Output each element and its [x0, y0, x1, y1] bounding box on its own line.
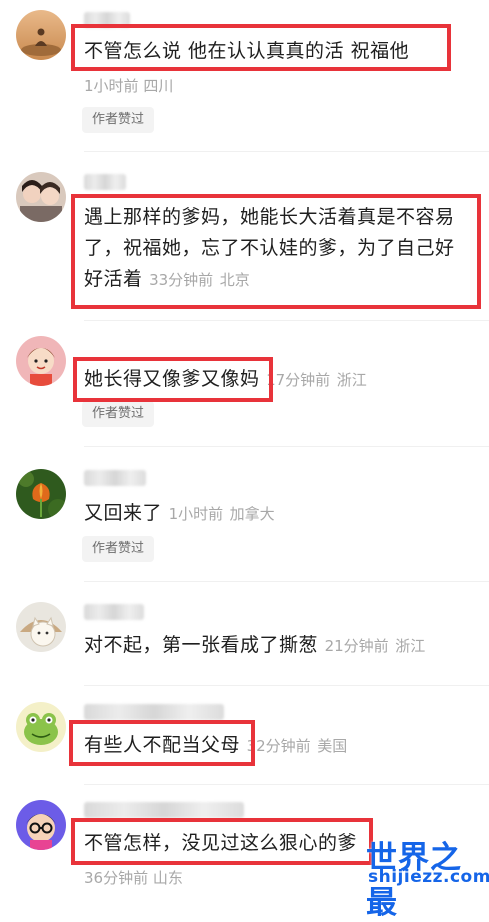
comment-location: 美国 — [317, 737, 348, 755]
comment-text-row: 又回来了 1小时前 加拿大 — [84, 498, 484, 530]
divider — [84, 320, 489, 321]
username-blurred[interactable] — [84, 802, 244, 818]
meditating-person-avatar-icon[interactable] — [16, 10, 66, 60]
tulip-flower-avatar-icon[interactable] — [16, 469, 66, 519]
username-blurred[interactable] — [84, 470, 146, 486]
comment-time: 36分钟前 — [84, 869, 149, 887]
comment-text-line-3: 好活着 33分钟前 北京 — [84, 264, 484, 296]
comment-text-line-1: 遇上那样的爹妈，她能长大活着真是不容易 — [84, 206, 455, 228]
comment-location: 加拿大 — [229, 505, 275, 523]
comment-meta: 36分钟前 山东 — [84, 867, 183, 888]
green-frog-avatar-icon[interactable] — [16, 702, 66, 752]
comment-text-line-2: 了，祝福她，忘了不认娃的爹，为了自己好 — [84, 237, 455, 259]
author-liked-badge: 作者赞过 — [82, 107, 155, 133]
divider — [84, 151, 489, 152]
comment-text: 对不起，第一张看成了撕葱 — [84, 634, 319, 656]
username-blurred[interactable] — [84, 174, 126, 190]
cartoon-cat-avatar-icon[interactable] — [16, 602, 66, 652]
comment-location: 北京 — [219, 271, 250, 289]
comment-time: 17分钟前 — [266, 371, 331, 389]
comment-location: 山东 — [152, 869, 183, 887]
comment-text-row: 有些人不配当父母 32分钟前 美国 — [84, 730, 484, 762]
comment-time: 1小时前 — [168, 505, 224, 523]
comment-location: 浙江 — [336, 371, 367, 389]
divider — [84, 685, 489, 686]
divider — [84, 784, 489, 785]
comment-text: 又回来了 — [84, 502, 163, 524]
divider — [84, 446, 489, 447]
two-girls-avatar-icon[interactable] — [16, 172, 66, 222]
cartoon-glasses-avatar-icon[interactable] — [16, 800, 66, 850]
username-blurred[interactable] — [84, 604, 144, 620]
watermark-url: shijiezz.com — [368, 867, 489, 887]
comment-meta: 1小时前 四川 — [84, 75, 173, 96]
comment-location: 四川 — [143, 77, 174, 95]
comment-time: 21分钟前 — [324, 637, 389, 655]
divider — [84, 581, 489, 582]
username-blurred[interactable] — [84, 12, 130, 28]
comment-time: 32分钟前 — [246, 737, 311, 755]
comment-text: 有些人不配当父母 — [84, 734, 241, 756]
comment-text-line-3-text: 好活着 — [84, 268, 143, 290]
comment-location: 浙江 — [395, 637, 426, 655]
comment-time: 1小时前 — [84, 77, 139, 95]
comment-text: 她长得又像爹又像妈 — [84, 368, 260, 390]
cartoon-girl-avatar-icon[interactable] — [16, 336, 66, 386]
comment-text: 不管怎么说 他在认认真真的活 祝福他 — [84, 40, 410, 62]
author-liked-badge: 作者赞过 — [82, 401, 155, 427]
author-liked-badge: 作者赞过 — [82, 536, 155, 562]
comment-text-row: 她长得又像爹又像妈 17分钟前 浙江 — [84, 364, 484, 396]
comment-text-row: 对不起，第一张看成了撕葱 21分钟前 浙江 — [84, 630, 484, 662]
username-blurred[interactable] — [84, 704, 224, 720]
comment-time: 33分钟前 — [149, 271, 214, 289]
